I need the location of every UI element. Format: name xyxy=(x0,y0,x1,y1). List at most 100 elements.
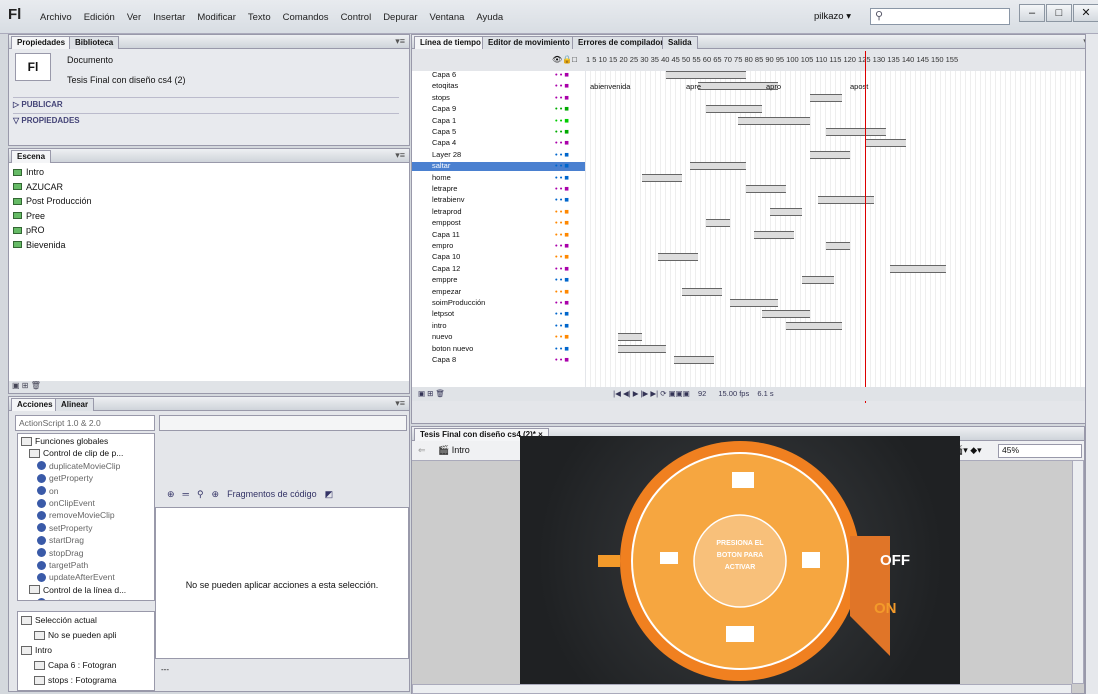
frame-span[interactable] xyxy=(642,173,682,182)
tab-align[interactable]: Alinear xyxy=(55,398,95,411)
scene-tool-icons[interactable]: ▣ ⊞ 🗑 xyxy=(12,381,41,390)
toolbox-item[interactable]: Control de la línea d... xyxy=(29,585,126,595)
layer-state-icons[interactable]: • • ■ xyxy=(555,219,569,227)
toolbox-item[interactable]: Funciones globales xyxy=(21,436,108,446)
frame-ruler[interactable]: 1 5 10 15 20 25 30 35 40 45 50 55 60 65 … xyxy=(586,55,1086,69)
tab-compiler-errors[interactable]: Errores de compilador xyxy=(572,36,670,49)
frame-span[interactable] xyxy=(674,356,714,364)
toolbox-item[interactable]: on xyxy=(37,486,58,496)
layer-state-icons[interactable]: • • ■ xyxy=(555,264,569,273)
frame-span[interactable] xyxy=(762,310,810,319)
layer-state-icons[interactable]: • • ■ xyxy=(555,276,569,284)
layer-state-icons[interactable]: • • ■ xyxy=(555,150,569,159)
toolbox-item[interactable]: duplicateMovieClip xyxy=(37,461,120,471)
menu-9[interactable]: Ventana xyxy=(424,12,471,23)
frame-span[interactable] xyxy=(738,116,810,125)
layer-state-icons[interactable]: • • ■ xyxy=(555,128,569,136)
frame-span[interactable] xyxy=(730,299,778,307)
delete-icon[interactable]: ═ xyxy=(183,489,189,499)
menu-8[interactable]: Depurar xyxy=(377,12,423,23)
wizard-icon[interactable]: ◩ xyxy=(325,489,334,500)
layer-state-icons[interactable]: • • ■ xyxy=(555,207,569,216)
menu-7[interactable]: Control xyxy=(335,12,378,23)
tab-properties[interactable]: Propiedades xyxy=(11,36,72,49)
layer-row[interactable]: Capa 11 • • ■ xyxy=(412,230,585,239)
stage-vertical-scrollbar[interactable] xyxy=(1072,460,1084,684)
frame-span[interactable] xyxy=(770,207,802,216)
layer-state-icons[interactable]: • • ■ xyxy=(555,71,569,79)
layer-row[interactable]: stops • • ■ xyxy=(412,93,585,102)
target-icon[interactable]: ⊕ xyxy=(212,489,220,500)
tab-motion-editor[interactable]: Editor de movimiento xyxy=(482,36,576,49)
layer-row[interactable]: letpsot • • ■ xyxy=(412,310,585,318)
scene-item[interactable]: Intro xyxy=(13,167,44,177)
layer-row[interactable]: emppost • • ■ xyxy=(412,219,585,227)
menu-6[interactable]: Comandos xyxy=(277,12,335,23)
scene-breadcrumb[interactable]: 🎬 Intro xyxy=(438,445,470,456)
close-button[interactable]: ✕ xyxy=(1073,4,1098,22)
frame-span[interactable] xyxy=(746,185,786,193)
scene-item[interactable]: Pree xyxy=(13,211,45,221)
layer-state-icons[interactable]: • • ■ xyxy=(555,356,569,364)
frame-span[interactable] xyxy=(786,321,842,330)
minimize-button[interactable]: – xyxy=(1019,4,1045,22)
tab-output[interactable]: Salida xyxy=(662,36,698,49)
toolbox-item[interactable]: removeMovieClip xyxy=(37,510,115,520)
toolbox-item[interactable]: updateAfterEvent xyxy=(37,572,115,582)
layer-row[interactable]: soimProducción • • ■ xyxy=(412,299,585,307)
layer-visibility-icons[interactable]: 👁🔒□ xyxy=(552,55,577,64)
layer-state-icons[interactable]: • • ■ xyxy=(555,333,569,341)
navigator-item[interactable]: Selección actual xyxy=(21,615,97,625)
layer-row[interactable]: letrabienv • • ■ xyxy=(412,196,585,204)
layer-state-icons[interactable]: • • ■ xyxy=(555,185,569,193)
frame-span[interactable] xyxy=(690,162,746,171)
tab-library[interactable]: Biblioteca xyxy=(69,36,120,49)
script-editor[interactable]: No se pueden aplicar acciones a esta sel… xyxy=(155,507,409,659)
add-action-icon[interactable]: ⊕ xyxy=(167,489,175,500)
tools-panel[interactable] xyxy=(1085,34,1098,694)
stage-canvas[interactable]: PRESIONA EL BOTON PARA ACTIVAR OFF ON xyxy=(520,436,960,684)
frame-span[interactable] xyxy=(890,264,946,273)
layer-row[interactable]: Capa 6 • • ■ xyxy=(412,71,585,79)
menu-2[interactable]: Ver xyxy=(121,12,147,23)
scene-item[interactable]: Bievenida xyxy=(13,240,66,250)
layer-row[interactable]: empro • • ■ xyxy=(412,242,585,250)
layer-state-icons[interactable]: • • ■ xyxy=(555,253,569,261)
layer-state-icons[interactable]: • • ■ xyxy=(555,105,569,113)
layer-state-icons[interactable]: • • ■ xyxy=(555,299,569,307)
frame-span[interactable] xyxy=(754,230,794,239)
layer-row[interactable]: Capa 4 • • ■ xyxy=(412,139,585,147)
frame-span[interactable] xyxy=(826,128,886,136)
back-arrow-icon[interactable]: ⇐ xyxy=(418,445,426,456)
layer-row[interactable]: home • • ■ xyxy=(412,173,585,182)
script-version-select[interactable]: ActionScript 1.0 & 2.0 xyxy=(15,415,155,431)
toolbox-item[interactable]: startDrag xyxy=(37,535,84,545)
layer-row[interactable]: letrapre • • ■ xyxy=(412,185,585,193)
layer-state-icons[interactable]: • • ■ xyxy=(555,310,569,318)
layer-row[interactable]: Layer 28 • • ■ xyxy=(412,150,585,159)
toolbox-item[interactable]: goto xyxy=(37,597,66,600)
toolbox-item[interactable]: getProperty xyxy=(37,473,93,483)
layer-row[interactable]: letraprod • • ■ xyxy=(412,207,585,216)
frame-grid[interactable]: abienvenida apre apro apost xyxy=(586,71,1086,401)
user-menu[interactable]: pilkazo ▾ xyxy=(814,11,851,22)
properties-section[interactable]: ▽ PROPIEDADES xyxy=(13,113,399,127)
navigator-item[interactable]: Capa 6 : Fotogran xyxy=(34,660,117,670)
menu-0[interactable]: Archivo xyxy=(34,12,78,23)
playhead[interactable] xyxy=(865,51,866,403)
scene-item[interactable]: AZUCAR xyxy=(13,182,63,192)
layer-row[interactable]: Capa 8 • • ■ xyxy=(412,356,585,364)
snippets-button[interactable]: Fragmentos de código xyxy=(227,489,317,499)
layer-row[interactable]: boton nuevo • • ■ xyxy=(412,344,585,353)
layer-row[interactable]: Capa 9 • • ■ xyxy=(412,105,585,113)
layer-tools[interactable]: ▣ ⊞ 🗑 xyxy=(418,389,445,398)
frame-span[interactable] xyxy=(826,242,850,250)
publish-section[interactable]: ▷ PUBLICAR xyxy=(13,97,399,111)
layer-state-icons[interactable]: • • ■ xyxy=(555,321,569,330)
layer-state-icons[interactable]: • • ■ xyxy=(555,230,569,239)
playback-controls[interactable]: |◀ ◀| ▶ |▶ ▶| ⟳ ▣▣▣ xyxy=(613,389,690,398)
menu-1[interactable]: Edición xyxy=(78,12,121,23)
layer-row[interactable]: nuevo • • ■ xyxy=(412,333,585,341)
frame-span[interactable] xyxy=(666,71,746,79)
tab-scene[interactable]: Escena xyxy=(11,150,52,163)
